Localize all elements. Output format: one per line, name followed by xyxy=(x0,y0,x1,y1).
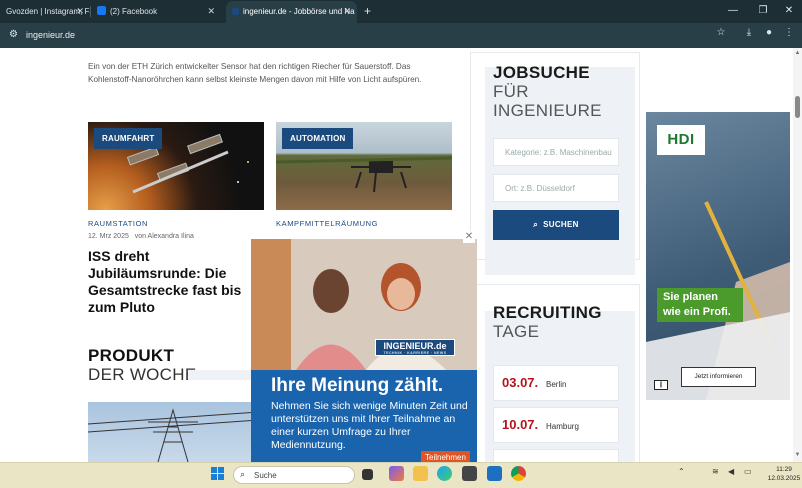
scroll-up-icon[interactable]: ▲ xyxy=(794,50,801,56)
scroll-down-icon[interactable]: ▼ xyxy=(794,452,801,458)
article-category[interactable]: RAUMSTATION xyxy=(88,219,264,228)
clock-time: 11:29 xyxy=(776,466,792,473)
category-input[interactable]: Kategorie: z.B. Maschinenbau xyxy=(493,138,619,166)
survey-photo: INGENIEUR.de TECHNIK · KARRIERE · NEWS xyxy=(251,239,477,370)
popup-close-icon[interactable]: ✕ xyxy=(463,231,475,243)
recruiting-title-bold: RECRUITING xyxy=(493,303,602,322)
close-tab-icon[interactable]: ✕ xyxy=(207,1,215,22)
article-title[interactable]: ISS dreht Jubiläumsrunde: Die Gesamtstre… xyxy=(88,248,264,316)
close-tab-icon[interactable]: ✕ xyxy=(76,1,84,22)
clock-date: 12.03.2025 xyxy=(767,475,801,482)
search-icon: ⌕ xyxy=(533,220,539,229)
battery-icon[interactable]: ▭ xyxy=(744,467,752,476)
location-input[interactable]: Ort: z.B. Düsseldorf xyxy=(493,174,619,202)
ad-info-icon[interactable]: || xyxy=(654,380,668,390)
jobsearch-box: JOBSUCHE FÜR INGENIEURE Kategorie: z.B. … xyxy=(470,52,640,275)
jobsearch-title-light: INGENIEURE xyxy=(493,101,602,120)
section-title-bold: PRODUKT xyxy=(88,346,175,365)
section-heading: PRODUKT DER WOCHE xyxy=(88,346,196,384)
tab-label: (2) Facebook xyxy=(110,7,158,16)
logo-tagline: TECHNIK · KARRIERE · NEWS xyxy=(383,351,447,355)
facebook-icon xyxy=(97,6,106,15)
tab-facebook[interactable]: (2) Facebook ✕ xyxy=(91,1,221,23)
download-icon[interactable]: ⤓ xyxy=(742,27,756,38)
close-tab-icon[interactable]: ✕ xyxy=(343,1,351,22)
product-image[interactable] xyxy=(88,402,258,462)
browser-toolbar: ⚙ ingenieur.de xyxy=(0,23,802,48)
menu-dots-icon[interactable]: ⋮ xyxy=(782,27,796,38)
tab-strip: Gvozden | Instagram, Fa ✕ (2) Facebook ✕… xyxy=(0,0,802,23)
media-player-icon[interactable] xyxy=(462,466,477,481)
article-meta: 12. Mrz 2025 von Alexandra Ilina xyxy=(88,233,264,240)
web-page: Ein von der ETH Zürich entwickelter Sens… xyxy=(0,48,802,462)
article-card[interactable]: AUTOMATION KAMPFMITTELRÄUMUNG xyxy=(276,122,452,228)
ad-cta-button[interactable]: Jetzt informieren xyxy=(681,367,756,387)
search-icon: ⌕ xyxy=(240,469,246,479)
jobsearch-title-light: FÜR xyxy=(493,82,529,101)
address-bar[interactable]: ⚙ ingenieur.de xyxy=(4,26,738,45)
recruiting-date: 10.07. xyxy=(502,417,539,432)
scrollbar-thumb[interactable] xyxy=(795,96,800,118)
article-category[interactable]: KAMPFMITTELRÄUMUNG xyxy=(276,219,452,228)
taskbar-search-input[interactable]: ⌕ Suche xyxy=(233,466,355,484)
edge-icon[interactable] xyxy=(437,466,452,481)
url-text[interactable]: ingenieur.de xyxy=(26,26,75,45)
speaker-icon[interactable]: ◀ xyxy=(728,467,734,476)
category-badge[interactable]: RAUMFAHRT xyxy=(94,128,163,149)
recruiting-city: Berlin xyxy=(546,380,567,389)
article-intro: Ein von der ETH Zürich entwickelter Sens… xyxy=(88,62,422,84)
store-icon[interactable] xyxy=(487,466,502,481)
recruiting-date: 03.07. xyxy=(502,375,539,390)
page-scrollbar[interactable]: ▲ ▼ xyxy=(793,48,802,462)
survey-popup[interactable]: INGENIEUR.de TECHNIK · KARRIERE · NEWS Ih… xyxy=(251,239,477,462)
tab-ingenieur[interactable]: ingenieur.de - Jobbörse und Na ✕ xyxy=(226,1,357,23)
bookmark-star-icon[interactable]: ☆ xyxy=(714,27,728,38)
section-title-light: DER WOCHE xyxy=(88,365,197,384)
tab-instagram[interactable]: Gvozden | Instagram, Fa ✕ xyxy=(0,1,90,23)
hdi-logo[interactable]: HDI xyxy=(657,125,705,155)
profile-icon[interactable]: ● xyxy=(762,27,776,38)
search-button[interactable]: ⌕ SUCHEN xyxy=(493,210,619,240)
category-badge[interactable]: AUTOMATION xyxy=(282,128,354,149)
taskbar-search-placeholder: Suche xyxy=(254,471,277,480)
close-window-icon[interactable]: ✕ xyxy=(774,0,802,23)
recruiting-title-light: TAGE xyxy=(493,322,540,341)
jobsearch-title-bold: JOBSUCHE xyxy=(493,63,590,82)
ad-slogan: Sie planen wie ein Profi. xyxy=(657,288,743,322)
participate-button[interactable]: Teilnehmen xyxy=(421,451,470,462)
article-date: 12. Mrz 2025 xyxy=(88,233,129,240)
new-tab-icon[interactable]: + xyxy=(364,1,371,22)
tray-chevron-icon[interactable]: ⌃ xyxy=(678,467,685,476)
tab-label: ingenieur.de - Jobbörse und Na xyxy=(243,7,355,16)
recruiting-date-item[interactable]: 10.07. Hamburg xyxy=(493,407,619,443)
survey-headline: Ihre Meinung zählt. xyxy=(271,375,444,396)
site-settings-icon[interactable]: ⚙ xyxy=(9,29,18,40)
windows-start-icon[interactable] xyxy=(211,467,225,481)
ingenieur-favicon-icon xyxy=(232,8,239,15)
ingenieur-logo: INGENIEUR.de TECHNIK · KARRIERE · NEWS xyxy=(375,339,455,356)
article-author: von Alexandra Ilina xyxy=(134,233,194,240)
recruiting-box: RECRUITING TAGE 03.07. Berlin 10.07. Ham… xyxy=(470,284,640,462)
search-button-label: SUCHEN xyxy=(543,220,579,229)
survey-text: Nehmen Sie sich wenige Minuten Zeit und … xyxy=(271,400,468,451)
iss-image[interactable]: RAUMFAHRT xyxy=(88,122,264,210)
minimize-icon[interactable]: — xyxy=(718,0,748,23)
chrome-icon[interactable] xyxy=(511,466,526,481)
recruiting-city: Hamburg xyxy=(546,422,579,431)
logo-text: INGENIEUR.de xyxy=(383,341,447,351)
file-explorer-icon[interactable] xyxy=(413,466,428,481)
copilot-icon[interactable] xyxy=(389,466,404,481)
task-view-icon[interactable] xyxy=(362,469,373,480)
recruiting-date-item[interactable]: 03.07. Berlin xyxy=(493,365,619,401)
recruiting-date-item[interactable] xyxy=(493,449,619,462)
wifi-icon[interactable]: ≋ xyxy=(712,467,719,476)
article-card[interactable]: RAUMFAHRT RAUMSTATION 12. Mrz 2025 von A… xyxy=(88,122,264,316)
drone-image[interactable]: AUTOMATION xyxy=(276,122,452,210)
hdi-ad-banner[interactable]: HDI Sie planen wie ein Profi. Jetzt info… xyxy=(646,112,790,400)
taskbar-clock[interactable]: 11:29 12.03.2025 xyxy=(766,465,802,483)
